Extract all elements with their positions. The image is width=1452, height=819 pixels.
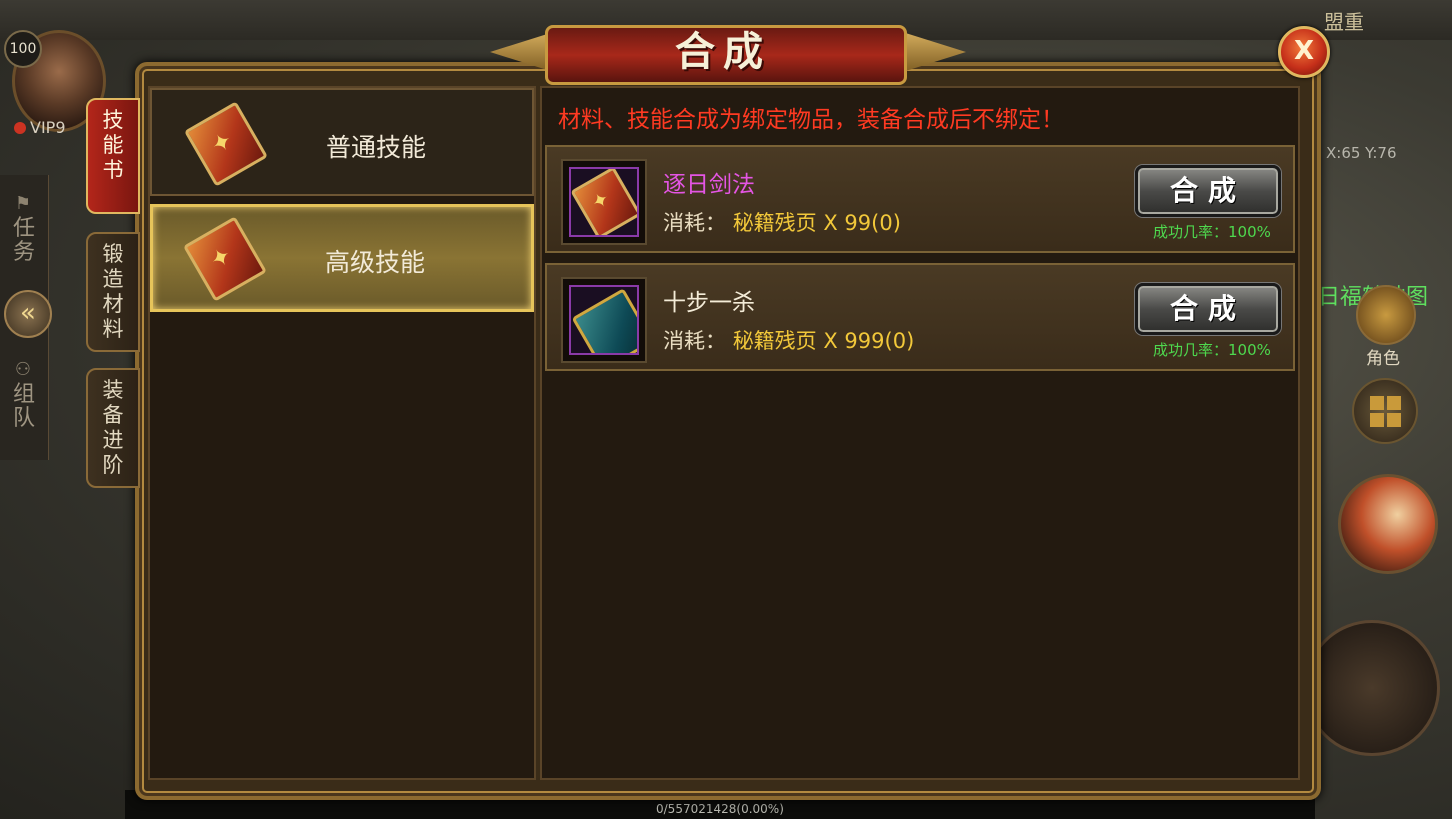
close-button[interactable]: X [1278,26,1330,78]
cost-material: 秘籍残页 [732,211,817,235]
tab-skill-book[interactable]: 技能书 [86,98,140,214]
category-normal-skills[interactable]: 普通技能 [150,88,534,196]
coordinates-readout: X:65 Y:76 [1326,144,1397,162]
blue-book-icon [571,288,637,353]
character-label: 角色 [1366,349,1400,369]
collapse-arrow-icon[interactable]: « [4,290,52,338]
cost-label: 消耗： [663,329,726,353]
cost-quantity: X 99(0) [823,211,901,235]
cost-quantity: X 999(0) [823,329,915,353]
skill-slash-icon[interactable] [1338,474,1438,574]
category-label: 普通技能 [326,133,427,162]
recipe-row: 十步一杀 消耗： 秘籍残页 X 999(0) 合成 成功几率：100% [545,263,1295,371]
cost-material: 秘籍残页 [732,329,817,353]
recipe-row: 逐日剑法 消耗： 秘籍残页 X 99(0) 合成 成功几率：100% [545,145,1295,253]
skill-book-icon [184,101,268,187]
team-label: 组队 [12,382,35,431]
exp-readout: 0/557021428(0.00%) [656,802,784,816]
player-level: 100 [4,30,42,68]
recipe-name: 十步一杀 [663,290,755,316]
recipe-cost: 消耗： 秘籍残页 X 99(0) [663,207,901,237]
success-rate: 成功几率：100% [1153,341,1271,359]
synthesize-button[interactable]: 合成 [1135,283,1281,335]
tab-equipment-upgrade[interactable]: 装备进阶 [86,368,140,488]
tab-skill-book-label: 技能书 [102,108,124,182]
team-icon: ⚇ [14,359,32,380]
category-label: 高级技能 [325,248,426,277]
item-icon-frame [569,167,639,237]
skill-book-icon [571,169,637,235]
success-rate: 成功几率：100% [1153,223,1271,241]
binding-notice: 材料、技能合成为绑定物品，装备合成后不绑定！ [558,107,1064,133]
character-helmet-icon[interactable] [1356,285,1416,345]
item-slot[interactable] [561,277,647,363]
skill-book-icon [183,216,267,302]
task-label: 任务 [12,216,35,265]
category-advanced-skills[interactable]: 高级技能 [150,204,534,312]
task-button[interactable]: 任务 [6,217,42,277]
dialog-title: 合成 [675,28,771,75]
vip-badge[interactable]: VIP9 [14,118,66,137]
item-icon-frame [569,285,639,355]
tab-equipment-upgrade-label: 装备进阶 [102,378,124,477]
map-name: 盟重 [1324,10,1364,34]
tab-forge-materials-label: 锻造材料 [102,242,124,341]
team-button[interactable]: 组队 [6,383,42,443]
recipe-cost: 消耗： 秘籍残页 X 999(0) [663,325,914,355]
tab-forge-materials[interactable]: 锻造材料 [86,232,140,352]
cost-label: 消耗： [663,211,726,235]
menu-grid-icon[interactable] [1352,378,1418,444]
flag-icon: ⚑ [14,193,32,214]
item-slot[interactable] [561,159,647,245]
recipe-name: 逐日剑法 [663,172,755,198]
attack-button[interactable] [1304,620,1440,756]
synthesize-button[interactable]: 合成 [1135,165,1281,217]
